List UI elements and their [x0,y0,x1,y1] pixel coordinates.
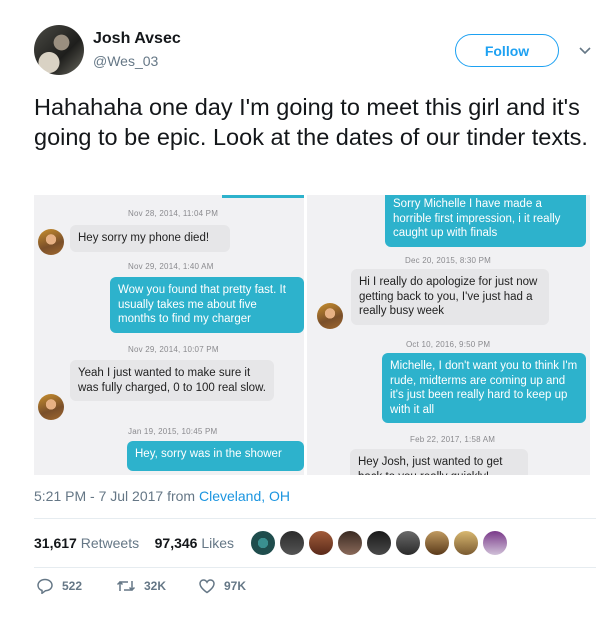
chat-timestamp: Nov 28, 2014, 11:04 PM [128,209,219,218]
divider [34,567,596,568]
chat-avatar [38,229,64,255]
liker-avatar[interactable] [279,530,305,556]
retweet-count: 32K [144,579,167,593]
chat-message-received: Hi I really do apologize for just now ge… [351,269,549,325]
tweet-media-image[interactable]: Nov 28, 2014, 11:04 PM Hey sorry my phon… [34,195,593,475]
author-name[interactable]: Josh Avsec [93,30,181,48]
chat-bubble-edge [222,195,304,198]
chat-timestamp: Oct 10, 2016, 9:50 PM [406,340,491,349]
chat-timestamp: Jan 19, 2015, 10:45 PM [128,427,218,436]
chat-message-received: Yeah I just wanted to make sure it was f… [70,360,274,401]
author-avatar[interactable] [34,25,84,75]
retweets-label: Retweets [80,535,140,551]
chat-timestamp: Nov 29, 2014, 10:07 PM [128,345,219,354]
chevron-down-icon[interactable] [578,43,592,57]
retweet-icon [116,580,136,592]
tweet-stats: 31,617 Retweets 97,346 Likes [34,535,234,551]
tweet-text: Hahahaha one day I'm going to meet this … [34,94,588,150]
reply-icon [37,578,53,594]
chat-timestamp: Dec 20, 2015, 8:30 PM [405,256,492,265]
chat-timestamp: Feb 22, 2017, 1:58 AM [410,435,496,444]
chat-message-received: Hey sorry my phone died! [70,225,230,252]
author-handle[interactable]: @Wes_03 [93,53,158,69]
like-count: 97K [224,579,247,593]
chat-message-sent: Sorry Michelle I have made a horrible fi… [385,195,586,247]
tweet-timestamp[interactable]: 5:21 PM - 7 Jul 2017 [34,488,163,504]
like-action[interactable]: 97K [198,578,246,594]
chat-message-sent: Wow you found that pretty fast. It usual… [110,277,304,333]
liker-avatar[interactable] [337,530,363,556]
reply-action[interactable]: 522 [36,578,82,594]
retweets-stat[interactable]: 31,617 Retweets [34,535,139,551]
divider [34,518,596,519]
chat-message-sent: Hey, sorry was in the shower [127,441,304,471]
liker-avatar[interactable] [308,530,334,556]
liker-avatar[interactable] [366,530,392,556]
liker-avatar[interactable] [453,530,479,556]
chat-message-received: Hey Josh, just wanted to get back to you… [350,449,528,475]
retweets-count: 31,617 [34,535,77,551]
likes-count: 97,346 [154,535,198,551]
likes-label: Likes [201,535,235,551]
retweet-action[interactable]: 32K [116,578,166,594]
liker-avatar[interactable] [482,530,508,556]
chat-timestamp: Nov 29, 2014, 1:40 AM [128,262,214,271]
tweet-from-label: from [167,488,196,504]
chat-message-sent: Michelle, I don't want you to think I'm … [382,353,586,423]
image-divider [304,195,307,475]
likes-stat[interactable]: 97,346 Likes [155,535,234,551]
liker-avatar[interactable] [424,530,450,556]
liker-avatar[interactable] [250,530,276,556]
chat-avatar [38,394,64,420]
follow-button[interactable]: Follow [455,34,559,67]
tweet-meta: 5:21 PM - 7 Jul 2017 from Cleveland, OH [34,488,290,504]
heart-icon [199,579,215,594]
liker-avatar[interactable] [395,530,421,556]
tweet-location-link[interactable]: Cleveland, OH [199,488,290,504]
reply-count: 522 [62,579,83,593]
chat-avatar [317,303,343,329]
